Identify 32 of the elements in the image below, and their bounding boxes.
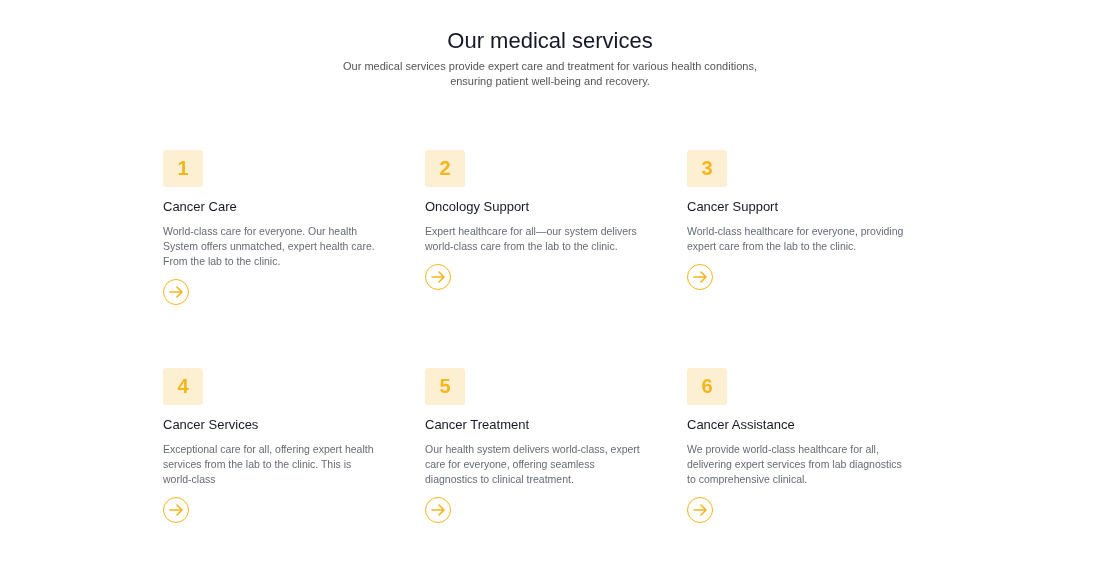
service-title: Cancer Assistance [687, 416, 795, 434]
arrow-right-icon [169, 286, 183, 298]
service-title: Cancer Care [163, 198, 237, 216]
arrow-button[interactable] [163, 279, 189, 305]
arrow-right-icon [431, 271, 445, 283]
service-description: Exceptional care for all, offering expert health services from the lab to the clinic. This is world-class [163, 442, 375, 487]
service-description: Expert healthcare for all—our system delivers world-class care from the lab to the clinic. [425, 224, 638, 254]
service-title: Oncology Support [425, 198, 530, 216]
arrow-button[interactable] [425, 264, 451, 290]
number-badge: 5 [425, 368, 465, 405]
service-title: Cancer Support [687, 198, 779, 216]
number-badge: 1 [163, 150, 203, 187]
service-description: World-class care for everyone. Our health System offers unmatched, expert health care. From the lab to the clinic. [163, 224, 376, 269]
number-badge: 4 [163, 368, 203, 405]
arrow-button[interactable] [687, 264, 713, 290]
service-description: We provide world-class healthcare for all, delivering expert services from lab diagnostics to comprehensive clinical. [687, 442, 903, 487]
service-description: Our health system delivers world-class, expert care for everyone, offering seamless diagnostics to clinical treatment. [425, 442, 641, 487]
section-title: Our medical services [447, 28, 653, 54]
service-title: Cancer Services [163, 416, 259, 434]
arrow-right-icon [431, 504, 445, 516]
arrow-button[interactable] [163, 497, 189, 523]
service-description: World-class healthcare for everyone, providing expert care from the lab to the clinic. [687, 224, 905, 254]
arrow-right-icon [169, 504, 183, 516]
number-badge: 6 [687, 368, 727, 405]
section-subtitle: Our medical services provide expert care and treatment for various health conditions, ensuring patient well-being and recovery. [342, 59, 758, 89]
arrow-right-icon [693, 271, 707, 283]
service-title: Cancer Treatment [425, 416, 530, 434]
arrow-right-icon [693, 504, 707, 516]
number-badge: 3 [687, 150, 727, 187]
arrow-button[interactable] [425, 497, 451, 523]
arrow-button[interactable] [687, 497, 713, 523]
number-badge: 2 [425, 150, 465, 187]
